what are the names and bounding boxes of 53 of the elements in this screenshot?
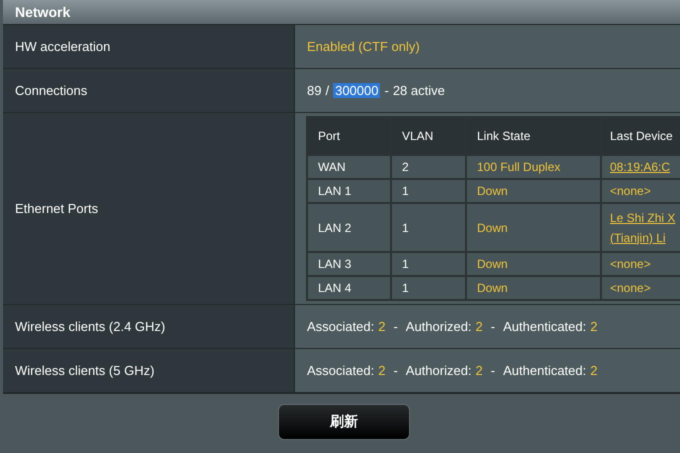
vlan-id: 1 [402,184,409,198]
column-header: Last Device [601,117,680,155]
row-label: Ethernet Ports [3,113,295,304]
link-state: Down [477,184,508,198]
refresh-button[interactable]: 刷新 [278,404,410,440]
stat-value: 2 [378,363,386,378]
stat-value: 2 [590,363,598,378]
connections-value: 89 [307,83,322,98]
device-value: <none> [610,184,652,198]
status-value: Enabled (CTF only) [307,39,420,54]
connections-value: / [325,83,330,98]
link-state: Down [477,220,508,234]
connections-value: 28 active [392,83,445,98]
device-value: <none> [610,257,652,271]
connections-value: 300000 [333,83,380,98]
stat-value: 2 [476,319,483,334]
row-label: Wireless clients (5 GHz) [3,349,295,392]
vlan-id: 2 [402,160,409,174]
separator: - [490,363,496,378]
port-name: WAN [318,160,346,174]
stat-label: Associated: [307,319,374,334]
stat-value: 2 [378,319,386,334]
stat-label: Authenticated: [503,363,586,378]
row-label: Connections [3,69,295,112]
link-state: Down [477,281,508,295]
stat-label: Authenticated: [503,319,586,334]
vlan-id: 1 [402,220,409,234]
separator: - [490,319,496,334]
row-label: HW acceleration [3,25,295,68]
stat-value: 2 [476,363,483,378]
device-value: <none> [610,281,652,295]
stat-label: Authorized: [406,319,472,334]
column-header: Link State [466,117,601,155]
device-link[interactable]: (Tianjin) Li [610,230,680,244]
stat-value: 2 [590,319,598,334]
stat-label: Authorized: [406,363,472,378]
vlan-id: 1 [402,257,409,271]
stat-label: Associated: [307,363,374,378]
link-state: 100 Full Duplex [477,160,560,174]
port-name: LAN 4 [318,281,352,295]
device-link[interactable]: Le Shi Zhi X [610,210,680,224]
column-header: VLAN [391,117,466,155]
row-label: Wireless clients (2.4 GHz) [3,305,295,348]
port-name: LAN 3 [318,257,352,271]
section-header: Network [3,0,680,25]
port-name: LAN 2 [318,220,352,234]
separator: - [393,319,398,334]
link-state: Down [477,257,508,271]
separator: - [393,363,398,378]
column-header: Port [307,117,391,155]
vlan-id: 1 [402,281,409,295]
port-name: LAN 1 [318,184,352,198]
connections-value: - [384,83,389,98]
